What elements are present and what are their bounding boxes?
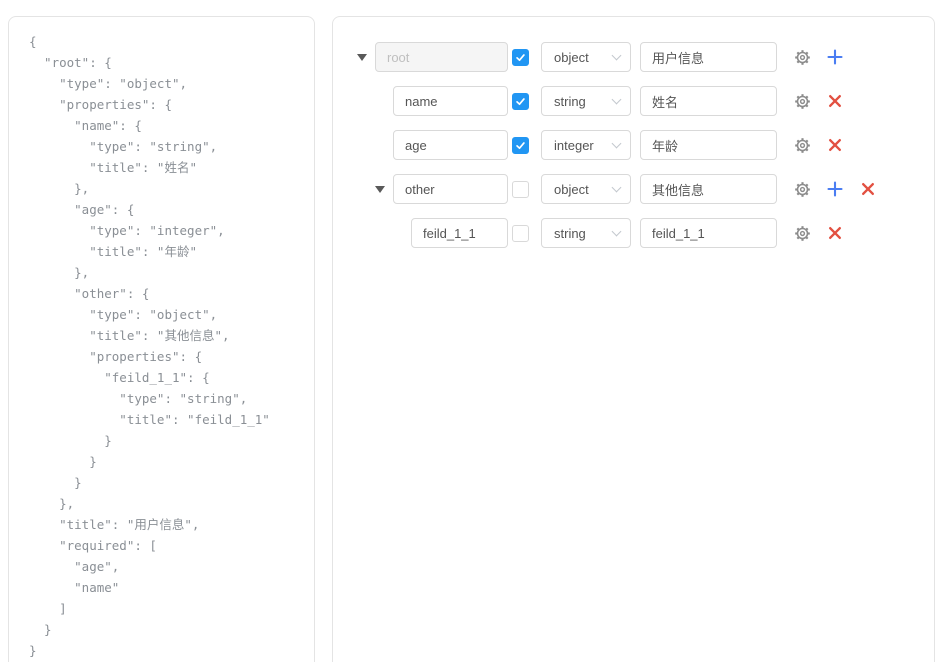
field-type-select[interactable]: integer bbox=[541, 130, 631, 160]
checkmark-icon bbox=[514, 139, 527, 152]
field-name-input[interactable] bbox=[393, 174, 508, 204]
settings-gear-icon[interactable] bbox=[793, 136, 811, 154]
settings-gear-icon[interactable] bbox=[793, 92, 811, 110]
close-x-icon[interactable] bbox=[826, 92, 844, 110]
indent-spacer bbox=[349, 101, 367, 102]
checkmark-icon bbox=[514, 51, 527, 64]
field-type-select[interactable]: object bbox=[541, 174, 631, 204]
checkmark-icon bbox=[514, 95, 527, 108]
required-checkbox[interactable] bbox=[512, 93, 529, 110]
close-x-icon[interactable] bbox=[826, 224, 844, 242]
schema-rows: object bbox=[349, 42, 918, 248]
caret-down-icon[interactable] bbox=[357, 54, 367, 61]
field-name-input[interactable] bbox=[375, 42, 508, 72]
required-checkbox[interactable] bbox=[512, 181, 529, 198]
field-type-select[interactable]: string bbox=[541, 218, 631, 248]
field-title-input[interactable] bbox=[640, 130, 777, 160]
caret-box bbox=[367, 186, 393, 193]
chevron-down-icon bbox=[612, 138, 622, 148]
chevron-down-icon bbox=[612, 182, 622, 192]
json-schema-editor: { "root": { "type": "object", "propertie… bbox=[0, 0, 952, 662]
schema-field-row: string bbox=[349, 218, 918, 248]
schema-field-row: integer bbox=[349, 130, 918, 160]
field-title-input[interactable] bbox=[640, 174, 777, 204]
caret-box bbox=[367, 98, 393, 105]
caret-box bbox=[349, 54, 375, 61]
field-name-input[interactable] bbox=[393, 86, 508, 116]
close-x-icon[interactable] bbox=[826, 136, 844, 154]
field-type-select[interactable]: object bbox=[541, 42, 631, 72]
caret-box bbox=[385, 230, 411, 237]
selected-type-label: object bbox=[554, 50, 613, 65]
caret-box bbox=[367, 142, 393, 149]
indent-spacer bbox=[349, 189, 367, 190]
field-name-column bbox=[349, 42, 508, 72]
field-name-column bbox=[349, 86, 508, 116]
field-name-column bbox=[349, 218, 508, 248]
field-title-input[interactable] bbox=[640, 42, 777, 72]
settings-gear-icon[interactable] bbox=[793, 180, 811, 198]
schema-field-row: string bbox=[349, 86, 918, 116]
plus-icon[interactable] bbox=[826, 180, 844, 198]
selected-type-label: object bbox=[554, 182, 613, 197]
required-checkbox[interactable] bbox=[512, 137, 529, 154]
field-name-input[interactable] bbox=[393, 130, 508, 160]
settings-gear-icon[interactable] bbox=[793, 48, 811, 66]
caret-down-icon[interactable] bbox=[375, 186, 385, 193]
selected-type-label: string bbox=[554, 94, 613, 109]
plus-icon[interactable] bbox=[826, 48, 844, 66]
required-checkbox[interactable] bbox=[512, 225, 529, 242]
selected-type-label: integer bbox=[554, 138, 613, 153]
chevron-down-icon bbox=[612, 226, 622, 236]
indent-spacer bbox=[349, 145, 367, 146]
field-name-column bbox=[349, 130, 508, 160]
field-name-column bbox=[349, 174, 508, 204]
field-title-input[interactable] bbox=[640, 218, 777, 248]
settings-gear-icon[interactable] bbox=[793, 224, 811, 242]
schema-field-row: object bbox=[349, 174, 918, 204]
schema-tree-panel: object bbox=[332, 16, 935, 662]
chevron-down-icon bbox=[612, 50, 622, 60]
field-type-select[interactable]: string bbox=[541, 86, 631, 116]
indent-spacer bbox=[349, 233, 385, 234]
json-code-panel: { "root": { "type": "object", "propertie… bbox=[8, 16, 315, 662]
selected-type-label: string bbox=[554, 226, 613, 241]
field-name-input[interactable] bbox=[411, 218, 508, 248]
required-checkbox[interactable] bbox=[512, 49, 529, 66]
json-source-code: { "root": { "type": "object", "propertie… bbox=[29, 31, 306, 661]
schema-field-row: object bbox=[349, 42, 918, 72]
close-x-icon[interactable] bbox=[859, 180, 877, 198]
chevron-down-icon bbox=[612, 94, 622, 104]
field-title-input[interactable] bbox=[640, 86, 777, 116]
